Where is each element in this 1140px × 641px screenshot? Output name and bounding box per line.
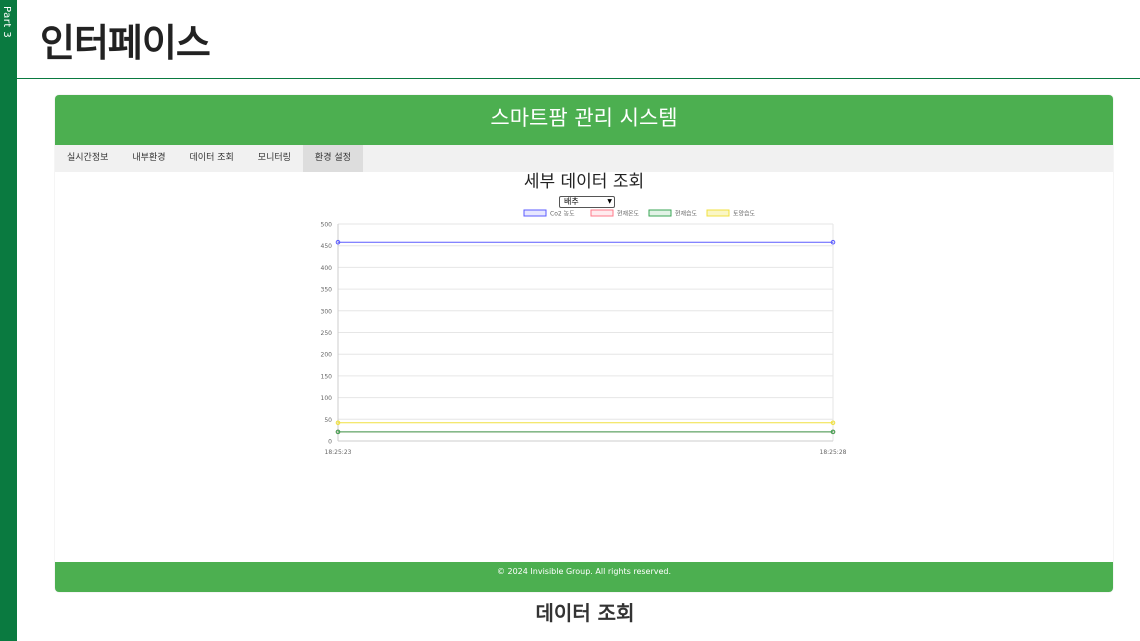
slide-caption: 데이터 조회: [0, 597, 1140, 626]
side-strip: Part 3: [0, 0, 17, 641]
x-tick-label: 18:25:23: [325, 449, 352, 456]
y-tick-label: 100: [321, 395, 333, 402]
slide-title: 인터페이스: [40, 12, 210, 67]
nav-item-monitoring[interactable]: 모니터링: [246, 145, 303, 172]
legend-label: 토양습도: [733, 210, 756, 218]
legend-swatch: [707, 210, 729, 216]
data-point: [831, 430, 835, 434]
title-divider: [17, 78, 1140, 79]
data-point: [336, 240, 340, 244]
crop-select-value: 배추: [564, 197, 579, 206]
y-tick-label: 50: [324, 417, 332, 424]
data-point: [831, 240, 835, 244]
part-label: Part 3: [1, 6, 12, 38]
nav-item-settings[interactable]: 환경 설정: [303, 145, 363, 172]
y-tick-label: 250: [321, 330, 333, 337]
data-point: [831, 421, 835, 425]
data-point: [336, 430, 340, 434]
y-tick-label: 0: [328, 439, 332, 446]
y-tick-label: 350: [321, 287, 333, 294]
y-tick-label: 150: [321, 373, 333, 380]
caption-text: 데이터 조회: [536, 601, 635, 625]
line-chart: 0 50 100 150 200 250 300 350 400 450 500 18:25:23 18…: [310, 207, 860, 562]
legend-label: 현재습도: [675, 210, 698, 218]
y-tick-label: 200: [321, 352, 333, 359]
data-point: [336, 421, 340, 425]
legend-label: Co2 농도: [550, 211, 575, 218]
nav-item-internal-env[interactable]: 내부환경: [120, 145, 177, 172]
y-tick-label: 500: [321, 222, 333, 229]
legend-swatch: [524, 210, 546, 216]
nav-item-realtime[interactable]: 실시간정보: [55, 145, 120, 172]
app-footer: © 2024 Invisible Group. All rights reser…: [55, 562, 1113, 592]
chevron-down-icon: ▼: [607, 197, 612, 207]
y-tick-label: 300: [321, 308, 333, 315]
app-window: 스마트팜 관리 시스템 실시간정보 내부환경 데이터 조회 모니터링 환경 설정…: [55, 95, 1113, 592]
content-title: 세부 데이터 조회: [55, 172, 1113, 192]
x-tick-label: 18:25:28: [820, 449, 847, 456]
legend-swatch: [649, 210, 671, 216]
legend-label: 현재온도: [617, 210, 640, 218]
app-header: 스마트팜 관리 시스템: [55, 95, 1113, 145]
y-tick-label: 450: [321, 243, 333, 250]
nav-bar: 실시간정보 내부환경 데이터 조회 모니터링 환경 설정: [55, 145, 1113, 172]
y-tick-label: 400: [321, 265, 333, 272]
nav-item-data-lookup[interactable]: 데이터 조회: [178, 145, 246, 172]
legend-swatch: [591, 210, 613, 216]
